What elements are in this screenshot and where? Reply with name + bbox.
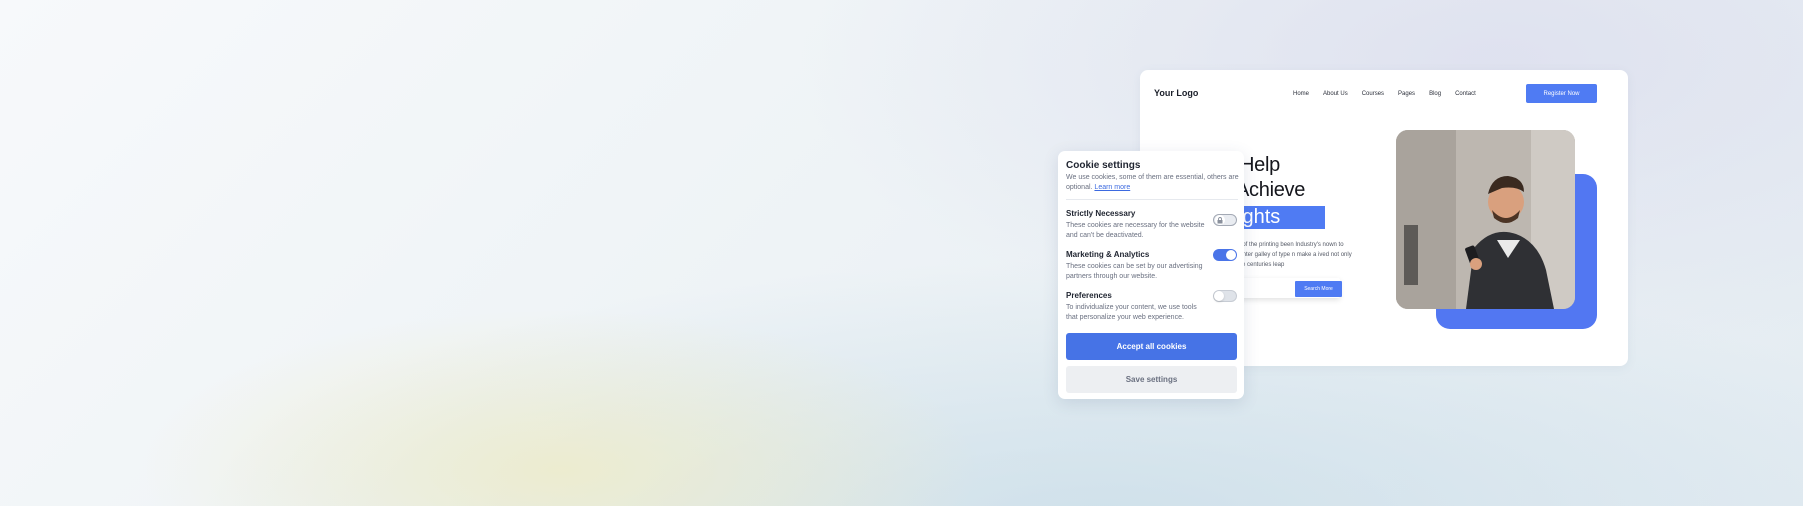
preferences-toggle[interactable] — [1213, 290, 1237, 302]
lock-icon — [1217, 216, 1223, 223]
hero-highlight: ights — [1236, 206, 1325, 229]
section-desc-preferences: To individualize your content, we use to… — [1066, 304, 1197, 321]
site-nav: Home About Us Courses Pages Blog Contact — [1293, 91, 1476, 97]
register-button[interactable]: Register Now — [1526, 84, 1597, 103]
toggle-knob — [1215, 215, 1225, 225]
hero-description: xt of the printing been Industry's nown … — [1236, 242, 1352, 268]
cookie-intro-body: We use cookies, some of them are essenti… — [1066, 174, 1239, 191]
section-heading-strictly-necessary: Strictly Necessary — [1066, 209, 1136, 218]
nav-item-courses[interactable]: Courses — [1362, 91, 1384, 97]
section-heading-preferences: Preferences — [1066, 291, 1112, 300]
toggle-knob — [1226, 250, 1236, 260]
cookie-settings-dialog: Cookie settings We use cookies, some of … — [1058, 151, 1244, 399]
site-logo[interactable]: Your Logo — [1154, 88, 1198, 98]
accept-all-cookies-button[interactable]: Accept all cookies — [1066, 333, 1237, 360]
nav-item-home[interactable]: Home — [1293, 91, 1309, 97]
learn-more-link[interactable]: Learn more — [1094, 184, 1130, 191]
nav-item-about[interactable]: About Us — [1323, 91, 1348, 97]
cookie-dialog-title: Cookie settings — [1066, 160, 1141, 171]
hero-line-1: Help — [1240, 154, 1280, 176]
nav-item-blog[interactable]: Blog — [1429, 91, 1441, 97]
save-settings-button[interactable]: Save settings — [1066, 366, 1237, 393]
nav-item-contact[interactable]: Contact — [1455, 91, 1476, 97]
section-heading-marketing: Marketing & Analytics — [1066, 250, 1150, 259]
search-button[interactable]: Search More — [1295, 281, 1342, 297]
section-desc-strictly-necessary: These cookies are necessary for the webs… — [1066, 222, 1205, 239]
cookie-intro-text: We use cookies, some of them are essenti… — [1066, 173, 1241, 193]
section-desc-marketing: These cookies can be set by our advertis… — [1066, 263, 1203, 280]
strictly-necessary-toggle — [1213, 214, 1237, 226]
toggle-knob — [1214, 291, 1224, 301]
marketing-analytics-toggle[interactable] — [1213, 249, 1237, 261]
hero-photo — [1396, 130, 1575, 309]
nav-item-pages[interactable]: Pages — [1398, 91, 1415, 97]
hero-line-2: Achieve — [1236, 179, 1306, 201]
divider — [1066, 199, 1238, 200]
